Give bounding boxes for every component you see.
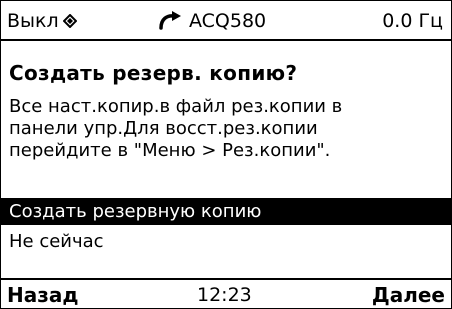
drive-mode: Выкл [7, 10, 59, 32]
control-location-diamond-icon [62, 14, 77, 28]
softkey-bar: Назад 12:23 Далее [1, 278, 451, 308]
control-panel-screen: Выкл ACQ580 0.0 Гц Создать резерв. копию… [0, 0, 452, 309]
dialog-message: Все наст.копир.в файл рез.копии в панели… [9, 96, 439, 162]
dialog-message-line: Все наст.копир.в файл рез.копии в [9, 96, 343, 117]
drive-name: ACQ580 [189, 10, 267, 32]
drive-identity: ACQ580 [157, 9, 266, 33]
status-bar: Выкл ACQ580 0.0 Гц [1, 1, 451, 41]
option-not-now[interactable]: Не сейчас [1, 228, 451, 255]
output-frequency: 0.0 Гц [382, 10, 443, 32]
next-softkey[interactable]: Далее [372, 283, 445, 307]
dialog-message-line: перейдите в "Меню > Рез.копии". [9, 140, 331, 161]
rotation-direction-icon [157, 11, 183, 31]
back-softkey[interactable]: Назад [7, 283, 79, 307]
drive-status: Выкл [7, 9, 77, 33]
clock: 12:23 [197, 284, 252, 306]
dialog-message-line: панели упр.Для восст.рез.копии [9, 118, 318, 139]
dialog-title: Создать резерв. копию? [9, 61, 298, 85]
option-create-backup[interactable]: Создать резервную копию [1, 198, 451, 225]
